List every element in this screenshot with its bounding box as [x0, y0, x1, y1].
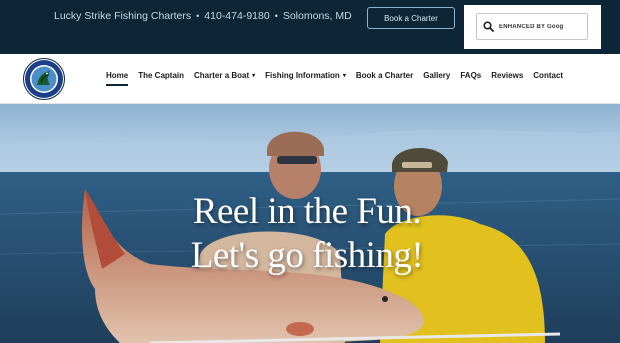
search-input[interactable] [499, 23, 584, 30]
book-charter-button[interactable]: Book a Charter [367, 7, 455, 29]
nav-book-a-charter[interactable]: Book a Charter [356, 71, 413, 83]
nav-fishing-information[interactable]: Fishing Information ▾ [265, 71, 346, 83]
contact-info: Lucky Strike Fishing Charters • 410-474-… [54, 10, 352, 22]
nav-label: Contact [533, 71, 564, 80]
search-icon[interactable] [477, 14, 499, 39]
business-name: Lucky Strike Fishing Charters [54, 10, 192, 22]
nav-label: Reviews [491, 71, 524, 80]
nav-the-captain[interactable]: The Captain [138, 71, 184, 83]
separator: • [196, 11, 200, 21]
separator: • [274, 11, 278, 21]
hero-banner: Reel in the Fun. Let's go fishing! [0, 104, 620, 343]
nav-home[interactable]: Home [106, 71, 129, 86]
search-box[interactable] [476, 13, 588, 40]
nav-label: FAQs [460, 71, 482, 80]
search-panel [464, 5, 601, 49]
nav-charter-a-boat[interactable]: Charter a Boat ▾ [194, 71, 255, 83]
nav-label: Book a Charter [355, 71, 414, 80]
nav-contact[interactable]: Contact [533, 71, 563, 83]
nav-faqs[interactable]: FAQs [460, 71, 481, 83]
nav-label: Home [106, 71, 129, 80]
nav-gallery[interactable]: Gallery [423, 71, 450, 83]
hero-heading-line2: Let's go fishing! [190, 235, 424, 276]
nav-label: Charter a Boat [194, 71, 250, 80]
nav-label: Fishing Information [265, 71, 340, 80]
nav-label: The Captain [138, 71, 185, 80]
chevron-down-icon: ▾ [342, 73, 346, 79]
site-logo[interactable] [23, 58, 65, 100]
nav-label: Gallery [423, 71, 451, 80]
phone-link[interactable]: 410-474-9180 [204, 10, 269, 22]
nav-reviews[interactable]: Reviews [491, 71, 523, 83]
chevron-down-icon: ▾ [252, 73, 256, 79]
main-navbar: Home The Captain Charter a Boat ▾ Fishing… [0, 54, 620, 104]
primary-nav: Home The Captain Charter a Boat ▾ Fishing… [106, 71, 563, 86]
hero-heading-line1: Reel in the Fun. [192, 191, 422, 232]
location-text: Solomons, MD [282, 10, 352, 22]
top-bar: Lucky Strike Fishing Charters • 410-474-… [0, 0, 620, 54]
